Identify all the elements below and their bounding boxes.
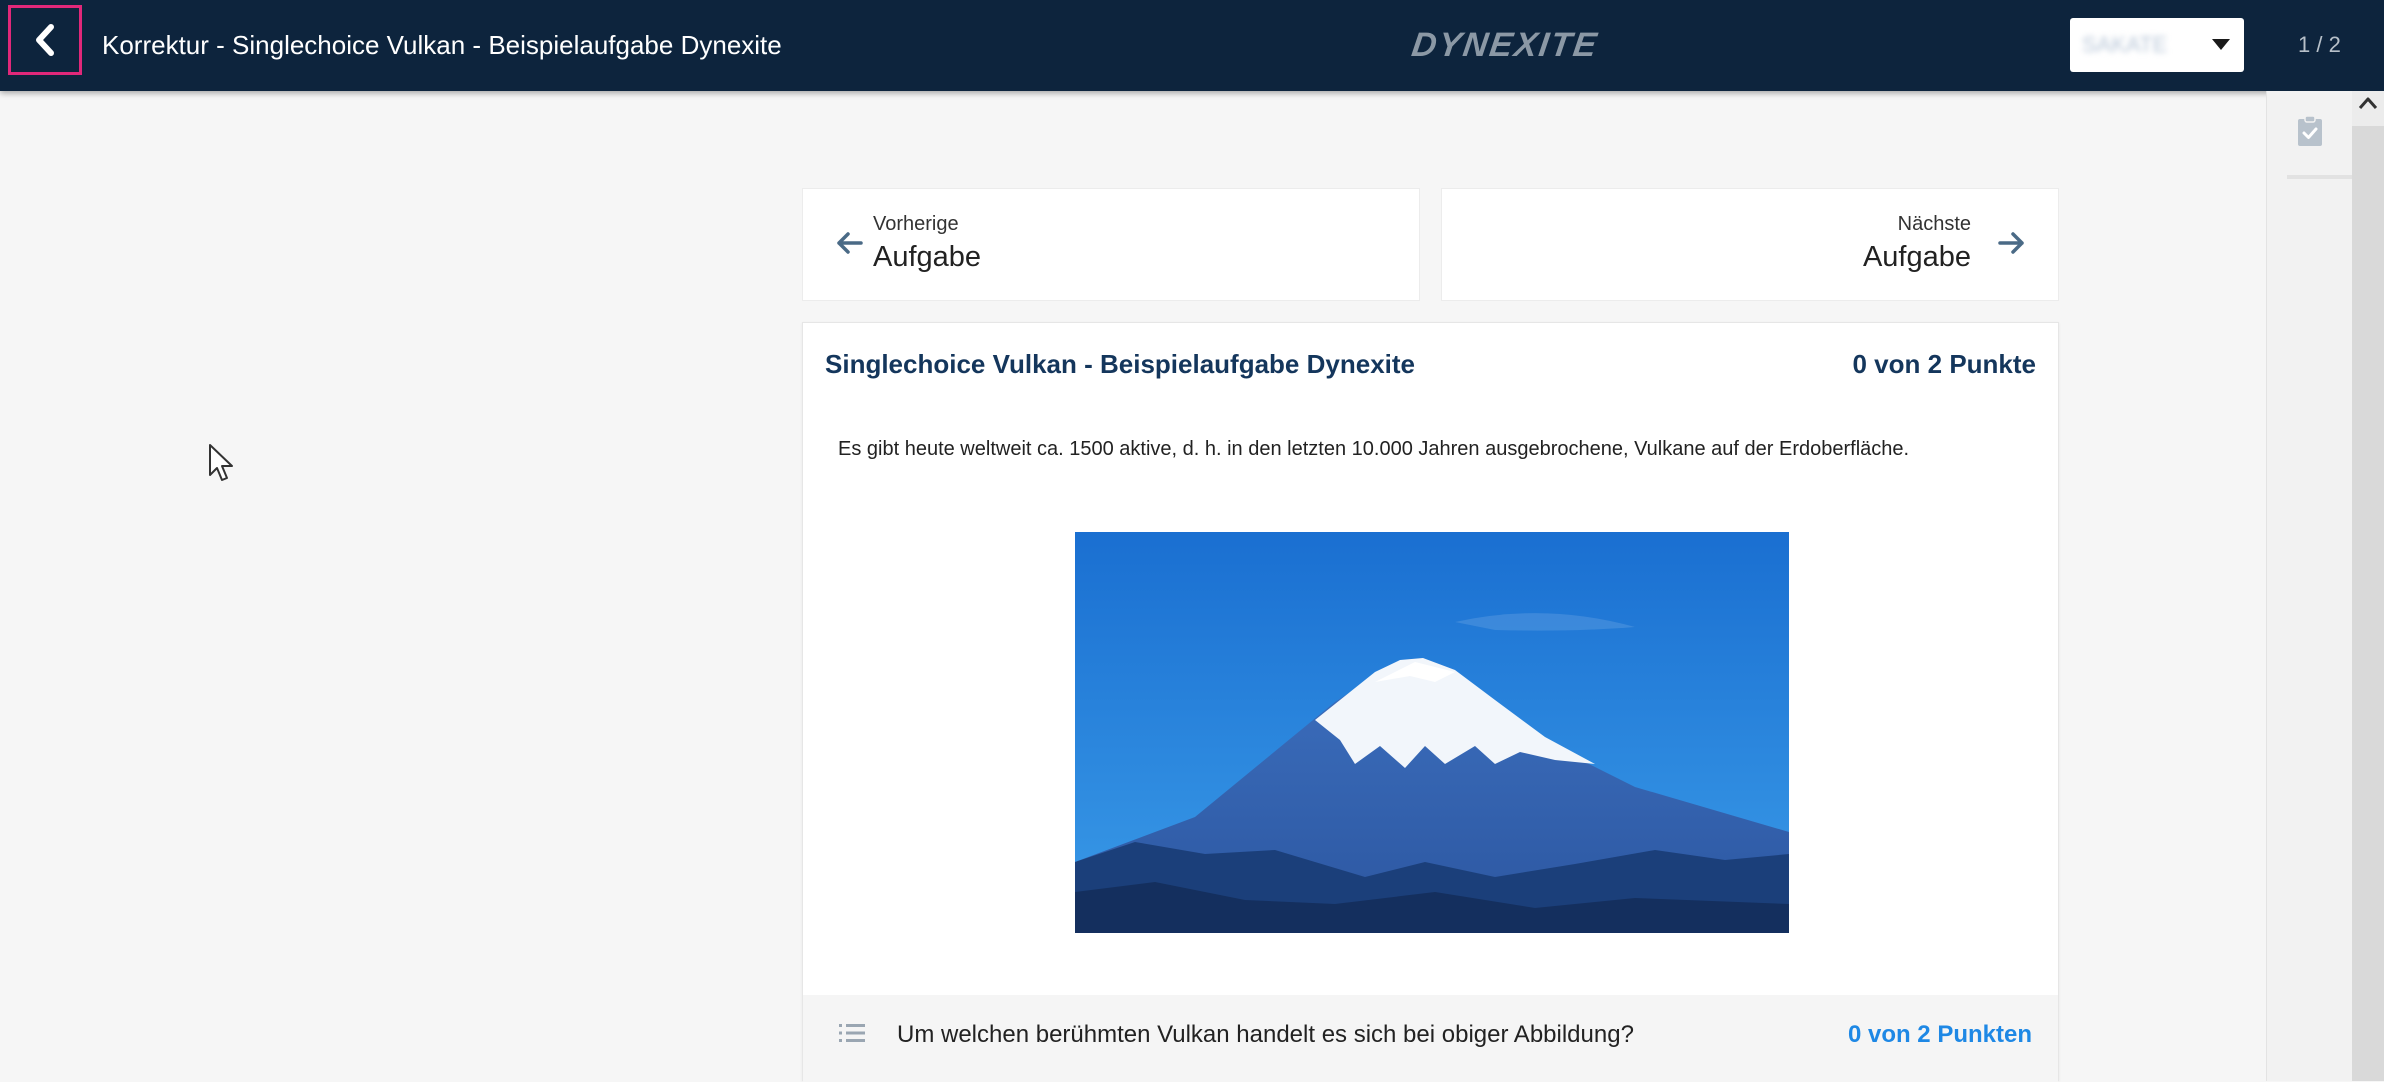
top-bar: Korrektur - Singlechoice Vulkan - Beispi… xyxy=(0,0,2384,91)
volcano-photo xyxy=(1075,532,1789,933)
scroll-up-icon[interactable] xyxy=(2358,96,2378,110)
chevron-left-icon xyxy=(36,24,54,56)
scrollbar-thumb[interactable] xyxy=(2352,126,2384,1081)
previous-label-big: Aufgabe xyxy=(873,241,982,273)
previous-task-button[interactable]: Vorherige Aufgabe xyxy=(802,188,1420,301)
next-label-big: Aufgabe xyxy=(1862,241,1971,273)
question-row[interactable]: Um welchen berühmten Vulkan handelt es s… xyxy=(803,995,2058,1082)
selected-value: SAKATE xyxy=(2082,32,2168,57)
arrow-left-icon xyxy=(837,232,863,254)
user-select-dropdown[interactable]: SAKATE xyxy=(2070,18,2244,72)
question-text: Um welchen berühmten Vulkan handelt es s… xyxy=(897,1021,1634,1048)
caret-down-icon xyxy=(2212,39,2230,50)
next-task-button[interactable]: Nächste Aufgabe xyxy=(1441,188,2059,301)
dynexite-logo: DYNEXITE xyxy=(1409,26,1601,64)
back-button[interactable] xyxy=(8,5,82,75)
mouse-cursor-icon xyxy=(209,444,233,481)
right-side-panel xyxy=(2266,91,2357,1081)
list-icon xyxy=(839,1024,865,1042)
next-label-small: Nächste xyxy=(1897,213,1971,235)
clipboard-check-icon[interactable] xyxy=(2297,115,2323,147)
task-description: Es gibt heute weltweit ca. 1500 aktive, … xyxy=(838,438,1910,460)
task-title: Singlechoice Vulkan - Beispielaufgabe Dy… xyxy=(825,349,1415,379)
question-points: 0 von 2 Punkten xyxy=(1847,1021,2032,1048)
page-title: Korrektur - Singlechoice Vulkan - Beispi… xyxy=(102,30,782,60)
task-card: Singlechoice Vulkan - Beispielaufgabe Dy… xyxy=(802,322,2059,1082)
arrow-right-icon xyxy=(1998,232,2024,254)
panel-divider xyxy=(2287,175,2357,179)
task-points: 0 von 2 Punkte xyxy=(1852,349,2037,379)
previous-label-small: Vorherige xyxy=(873,213,959,235)
task-counter: 1 / 2 xyxy=(2298,32,2341,57)
